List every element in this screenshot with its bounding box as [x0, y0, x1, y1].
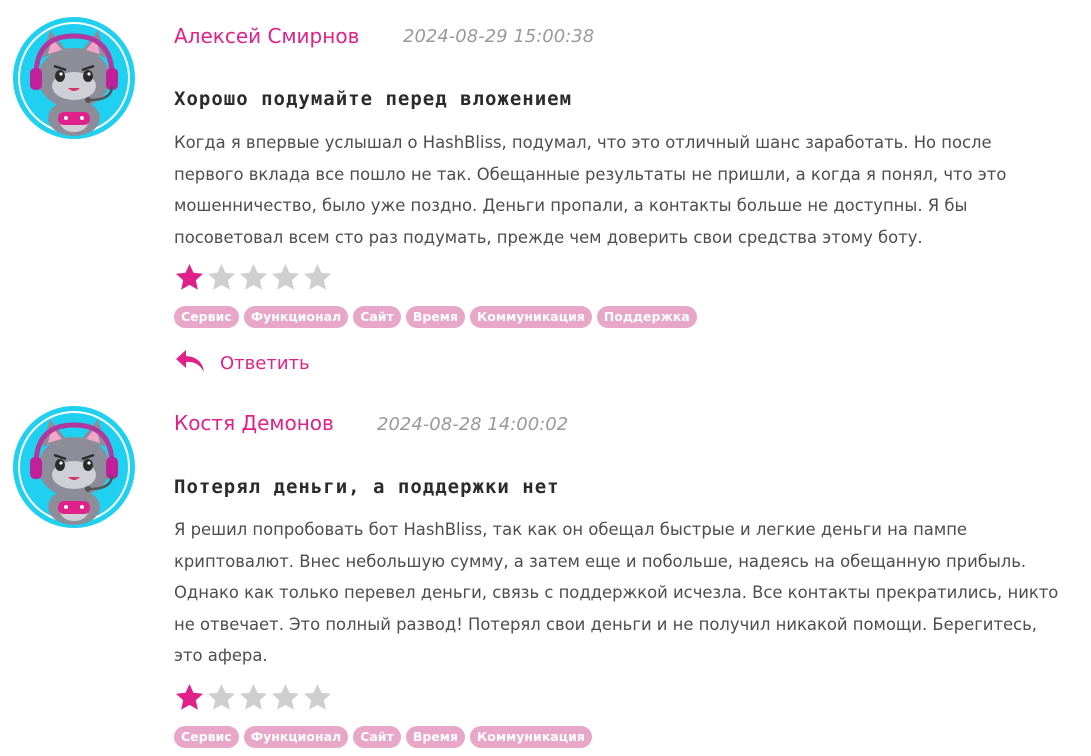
- review-body-line: посоветовал всем сто раз подумать, прежд…: [174, 227, 923, 247]
- review-author: Алексей Смирнов: [174, 24, 360, 48]
- tag-chip: Коммуникация: [470, 306, 592, 328]
- review-author: Костя Демонов: [174, 411, 334, 435]
- star-filled-icon: [175, 683, 204, 710]
- star-filled-icon: [175, 263, 204, 290]
- review-body-line: Когда я впервые услышал о HashBliss, под…: [174, 133, 992, 152]
- review-body-line: Однако как только перевел деньги, связь …: [174, 583, 1059, 602]
- star-empty-icon: [207, 683, 236, 710]
- cat-avatar-icon: [12, 405, 136, 529]
- tag-chip: Поддержка: [596, 306, 697, 328]
- review-title: Хорошо подумайте перед вложением: [174, 88, 573, 110]
- tag-chip: Сервис: [174, 306, 239, 328]
- review-date: 2024-08-29 15:00:38: [403, 26, 595, 47]
- tag-chip: Функционал: [243, 306, 349, 328]
- review-body-line: мошенничество, было уже поздно. Деньги п…: [174, 196, 968, 215]
- star-empty-icon: [207, 263, 236, 290]
- tag-chip: Функционал: [243, 726, 349, 748]
- tag-chip: Коммуникация: [470, 726, 592, 748]
- cat-avatar-icon: [12, 16, 136, 140]
- star-empty-icon: [239, 683, 268, 710]
- star-rating: [174, 262, 333, 294]
- star-rating: [174, 682, 333, 714]
- review-tags: Сервис Функционал Сайт Время Коммуникаци…: [174, 306, 697, 328]
- review-body: Когда я впервые услышал о HashBliss, под…: [174, 127, 1089, 253]
- tag-chip: Время: [405, 726, 466, 748]
- reply-button[interactable]: Ответить: [174, 348, 310, 378]
- review-title: Потерял деньги, а поддержки нет: [174, 476, 560, 498]
- star-empty-icon: [271, 683, 300, 710]
- reply-arrow-icon: [174, 348, 206, 378]
- review-date: 2024-08-28 14:00:02: [377, 414, 569, 435]
- star-empty-icon: [239, 263, 268, 290]
- star-empty-icon: [303, 263, 332, 290]
- review-body-line: это афера.: [174, 646, 268, 665]
- tag-chip: Сервис: [174, 726, 239, 748]
- star-empty-icon: [303, 683, 332, 710]
- tag-chip: Сайт: [353, 726, 401, 748]
- star-empty-icon: [271, 263, 300, 290]
- review-body-line: Я решил попробовать бот HashBliss, так к…: [174, 520, 968, 539]
- review-body-line: не отвечает. Это полный развод! Потерял …: [174, 614, 1037, 634]
- reply-label: Ответить: [220, 352, 310, 374]
- review-tags: Сервис Функционал Сайт Время Коммуникаци…: [174, 726, 592, 748]
- review-body-line: криптовалют. Внес небольшую сумму, а зат…: [174, 551, 1027, 571]
- review-body: Я решил попробовать бот HashBliss, так к…: [174, 514, 1089, 672]
- tag-chip: Сайт: [353, 306, 401, 328]
- review-body-line: первого вклада все пошло не так. Обещанн…: [174, 164, 1007, 184]
- tag-chip: Время: [405, 306, 466, 328]
